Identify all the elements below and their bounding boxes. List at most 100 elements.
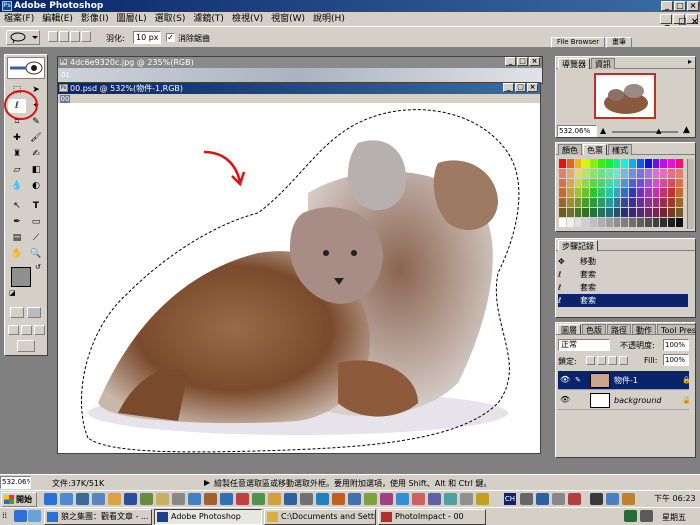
menu-help[interactable]: 說明(H) [309, 12, 349, 26]
swatch-cell[interactable] [637, 208, 644, 217]
zoom-in-icon[interactable]: ▲ [683, 125, 690, 135]
blur-tool-icon[interactable]: 💧 [8, 179, 26, 193]
standard-mode-icon[interactable] [10, 307, 24, 318]
swatch-cell[interactable] [574, 178, 582, 188]
swatch-cell[interactable] [660, 208, 668, 217]
swatch-cell[interactable] [629, 208, 636, 217]
screen-mode-full-icon[interactable] [34, 325, 45, 335]
swatch-cell[interactable] [668, 178, 675, 188]
tray-icon[interactable] [640, 510, 653, 522]
swatch-cell[interactable] [582, 168, 590, 178]
hand-tool-icon[interactable]: ✋ [8, 247, 26, 261]
swatch-cell[interactable] [566, 188, 574, 198]
show-desktop-icon[interactable] [14, 510, 27, 522]
quick-mask-mode-icon[interactable] [27, 307, 41, 318]
paths-tab[interactable]: 路徑 [607, 324, 631, 334]
swatch-cell[interactable] [559, 168, 566, 178]
navigator-zoom-field[interactable]: 532.06% [557, 125, 597, 137]
zoom-slider-handle-icon[interactable]: ▲ [656, 127, 661, 135]
history-item[interactable]: ℓ 套索 [558, 268, 688, 281]
swap-colors-icon[interactable]: ↺ [35, 263, 41, 271]
default-colors-icon[interactable]: ◪ [9, 289, 16, 297]
swatch-cell[interactable] [621, 188, 629, 198]
swatch-cell[interactable] [629, 159, 636, 168]
ie-icon[interactable] [44, 493, 57, 505]
close-button[interactable]: × [687, 1, 699, 11]
menu-edit[interactable]: 編輯(E) [38, 12, 77, 26]
lock-all-icon[interactable] [619, 356, 628, 365]
swatch-cell[interactable] [676, 208, 683, 217]
desktop-icon[interactable] [76, 493, 89, 505]
folder-icon[interactable] [108, 493, 121, 505]
swatch-cell[interactable] [574, 159, 582, 168]
document-title-bar-front[interactable]: Ps 00.psd @ 532%(物件-1,RGB) _ □ × [58, 83, 540, 94]
app-icon[interactable] [316, 493, 329, 505]
swatch-cell[interactable] [676, 217, 683, 227]
clock-day[interactable]: 星期五 [662, 512, 686, 523]
swatch-cell[interactable] [582, 208, 590, 217]
swatch-cell[interactable] [668, 208, 675, 217]
swatch-cell[interactable] [590, 188, 597, 198]
swatch-cell[interactable] [566, 159, 574, 168]
clock-time[interactable]: 下午 06:23 [654, 493, 696, 504]
swatch-cell[interactable] [676, 178, 683, 188]
swatch-cell[interactable] [566, 168, 574, 178]
lock-transparency-icon[interactable] [586, 356, 595, 365]
swatch-cell[interactable] [660, 178, 668, 188]
swatch-cell[interactable] [598, 188, 605, 198]
swatch-cell[interactable] [644, 178, 652, 188]
clone-stamp-tool-icon[interactable]: ♜ [8, 147, 26, 161]
canvas[interactable] [58, 103, 540, 453]
history-item[interactable]: ℓ 套索 [558, 281, 688, 294]
color-tab[interactable]: 顏色 [558, 144, 582, 155]
swatch-cell[interactable] [629, 198, 636, 207]
layer-visibility-eye-icon[interactable]: 👁 [560, 395, 570, 405]
fill-input[interactable]: 100% [663, 354, 689, 366]
swatch-cell[interactable] [660, 168, 668, 178]
menu-filter[interactable]: 濾鏡(T) [189, 12, 228, 26]
layer-visibility-eye-icon[interactable]: 👁 [560, 375, 570, 385]
actions-tab[interactable]: 動作 [632, 324, 656, 334]
swatch-cell[interactable] [582, 178, 590, 188]
feather-input[interactable]: 10 px [133, 31, 161, 44]
swatch-cell[interactable] [598, 178, 605, 188]
brush-tool-icon[interactable]: 🖌 [27, 131, 45, 145]
swatch-cell[interactable] [598, 198, 605, 207]
tray-icon[interactable] [552, 493, 565, 505]
swatch-cell[interactable] [644, 188, 652, 198]
swatch-cell[interactable] [582, 188, 590, 198]
swatch-cell[interactable] [582, 159, 590, 168]
front-doc-minimize-button[interactable]: _ [503, 83, 514, 92]
history-item[interactable]: ✥ 移動 [558, 255, 688, 268]
swatch-cell[interactable] [629, 217, 636, 227]
taskbar-button-browser[interactable]: 狼之集團：觀看文章 - ... [44, 509, 152, 525]
swatch-cell[interactable] [574, 198, 582, 207]
subtract-from-selection-icon[interactable] [70, 31, 80, 42]
zoom-out-icon[interactable]: ▲ [600, 126, 606, 135]
taskbar-button-photoshop[interactable]: Adobe Photoshop [154, 509, 262, 525]
swatch-cell[interactable] [652, 178, 660, 188]
swatch-cell[interactable] [644, 159, 652, 168]
swatch-cell[interactable] [613, 159, 621, 168]
swatch-cell[interactable] [660, 217, 668, 227]
swatch-cell[interactable] [605, 217, 613, 227]
taskbar-button-photoimpact[interactable]: PhotoImpact - 00 [378, 509, 486, 525]
swatch-cell[interactable] [637, 178, 644, 188]
status-zoom-field[interactable]: 532.06% [0, 476, 31, 489]
swatch-cell[interactable] [668, 217, 675, 227]
back-doc-minimize-button[interactable]: _ [505, 57, 516, 66]
swatch-cell[interactable] [574, 217, 582, 227]
minimize-button[interactable]: _ [661, 1, 673, 11]
history-item-selected[interactable]: ℓ 套索 [558, 294, 688, 307]
swatch-cell[interactable] [668, 188, 675, 198]
tray-icon[interactable] [622, 493, 635, 505]
jump-to-imageready-icon[interactable] [17, 340, 35, 352]
styles-tab[interactable]: 樣式 [608, 144, 632, 155]
channels-tab[interactable]: 色版 [582, 324, 606, 334]
swatch-cell[interactable] [559, 198, 566, 207]
swatch-cell[interactable] [652, 168, 660, 178]
swatch-cell[interactable] [582, 217, 590, 227]
swatch-cell[interactable] [629, 168, 636, 178]
swatch-cell[interactable] [637, 159, 644, 168]
app-title-bar[interactable]: Ps Adobe Photoshop _ □ × [0, 0, 700, 12]
